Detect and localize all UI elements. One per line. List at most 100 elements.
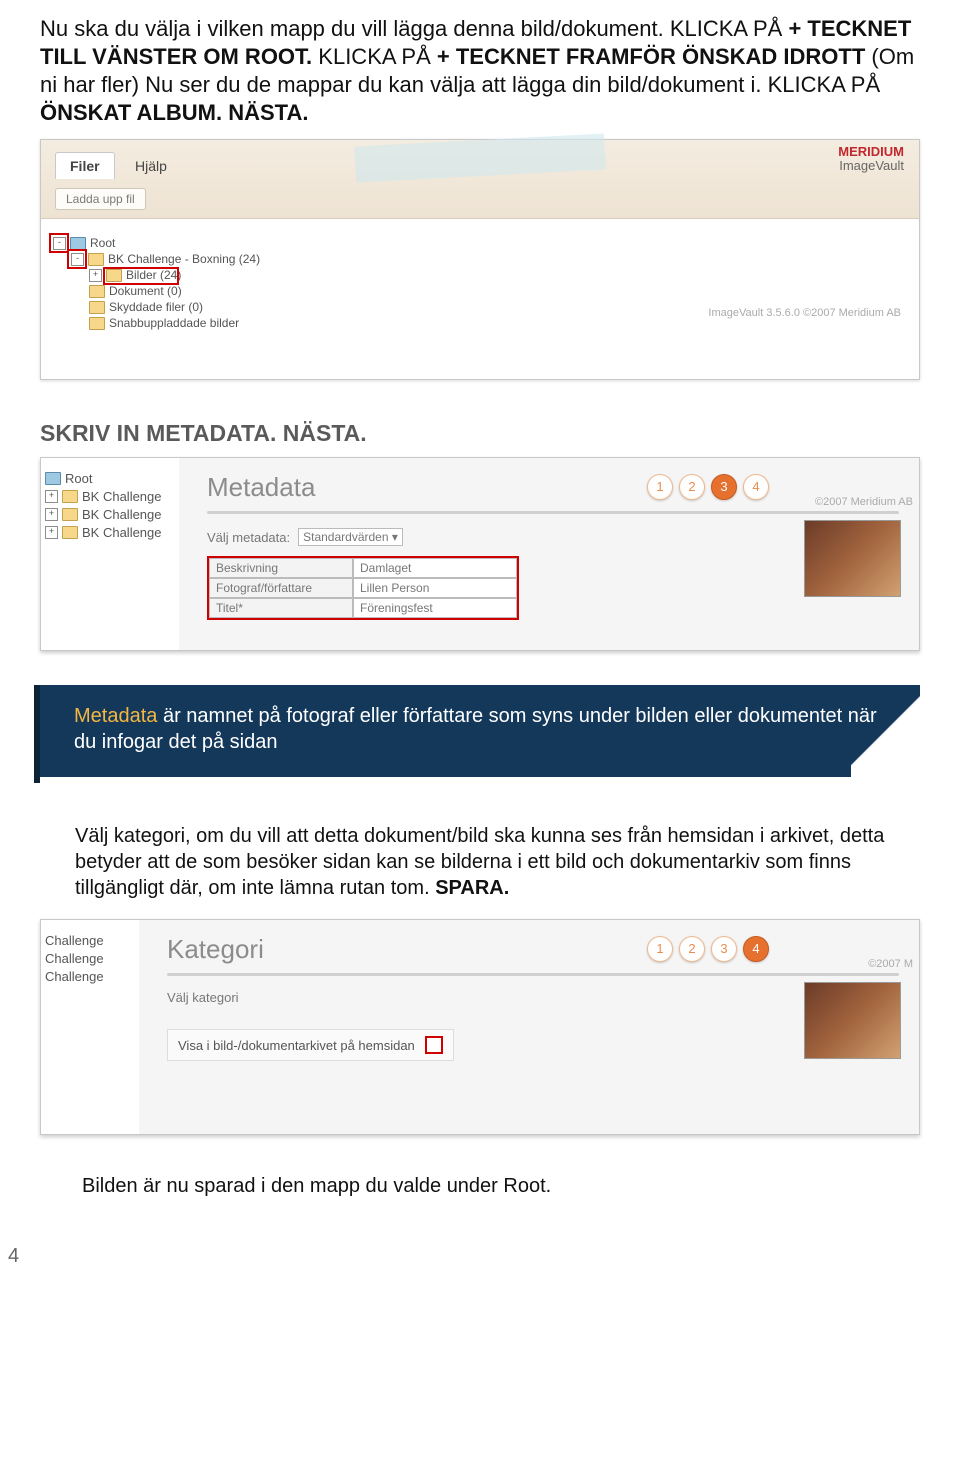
side-label-item: BK Challenge: [82, 507, 162, 522]
divider: [167, 973, 899, 976]
step-3[interactable]: 3: [711, 936, 737, 962]
side-tree-item[interactable]: Challenge: [45, 933, 135, 948]
step-2[interactable]: 2: [679, 936, 705, 962]
folder-icon: [70, 237, 86, 250]
watermark-text: ImageVault 3.5.6.0 ©2007 Meridium AB: [708, 307, 901, 319]
copyright-text: ©2007 Meridium AB: [815, 496, 913, 508]
tab-hjalp[interactable]: Hjälp: [121, 153, 181, 179]
panel-title-kategori: Kategori: [167, 934, 899, 965]
tab-filer[interactable]: Filer: [55, 152, 115, 179]
side-label-item: BK Challenge: [82, 489, 162, 504]
figure-imagevault-tree: Filer Hjälp Ladda upp fil MERIDIUM Image…: [40, 139, 920, 380]
tree-row-sport[interactable]: - BK Challenge - Boxning (24): [53, 252, 313, 266]
meta-value[interactable]: Damlaget: [353, 558, 517, 578]
folder-icon: [88, 253, 104, 266]
logo-bottom: ImageVault: [839, 158, 904, 173]
metadata-select-label: Välj metadata:: [207, 530, 290, 545]
side-tree: Root + BK Challenge + BK Challenge + BK …: [41, 458, 179, 650]
figure-kategori-panel: Challenge Challenge Challenge ©2007 M 1 …: [40, 919, 920, 1135]
tree-row-root[interactable]: - Root: [53, 236, 313, 250]
plus-icon[interactable]: +: [89, 269, 102, 282]
side-tree: Challenge Challenge Challenge: [41, 920, 139, 1134]
highlight-root-plus: [49, 233, 69, 253]
plus-icon[interactable]: +: [45, 490, 58, 503]
meta-label: Fotograf/författare: [209, 578, 353, 598]
folder-tree: - Root - BK Challenge - Boxning (24) + B…: [41, 219, 325, 379]
callout-metadata-info: Metadata är namnet på fotograf eller för…: [40, 685, 920, 777]
intro-bold-2: + TECKNET FRAMFÖR ÖNSKAD IDROTT: [437, 44, 872, 69]
step-4[interactable]: 4: [743, 474, 769, 500]
callout-text: är namnet på fotograf eller författare s…: [74, 705, 877, 753]
folder-icon: [62, 490, 78, 503]
visibility-checkbox-row[interactable]: Visa i bild-/dokumentarkivet på hemsidan: [167, 1029, 454, 1061]
intro-text-2: KLICKA PÅ: [318, 44, 437, 69]
side-tree-item[interactable]: Challenge: [45, 969, 135, 984]
decorative-banner: [354, 133, 606, 182]
tree-label-snabb: Snabbuppladdade bilder: [109, 316, 239, 330]
figure-metadata-panel: Root + BK Challenge + BK Challenge + BK …: [40, 457, 920, 651]
step-4[interactable]: 4: [743, 936, 769, 962]
tree-label-sport: BK Challenge - Boxning (24): [108, 252, 260, 266]
step-1[interactable]: 1: [647, 474, 673, 500]
side-label-item: BK Challenge: [82, 525, 162, 540]
folder-icon: [89, 301, 105, 314]
preview-thumbnail: [804, 520, 901, 597]
meta-value[interactable]: Föreningsfest: [353, 598, 517, 618]
side-tree-root[interactable]: Root: [45, 471, 175, 486]
intro-text-1: Nu ska du välja i vilken mapp du vill lä…: [40, 16, 788, 41]
tree-label-root: Root: [90, 236, 115, 250]
step-2[interactable]: 2: [679, 474, 705, 500]
section-heading-metadata: SKRIV IN METADATA. NÄSTA.: [40, 420, 920, 447]
meridium-logo: MERIDIUM ImageVault: [838, 145, 904, 173]
tree-row-dokument[interactable]: Dokument (0): [53, 284, 313, 298]
meta-value[interactable]: Lillen Person: [353, 578, 517, 598]
metadata-select[interactable]: Standardvärden ▾: [298, 528, 403, 546]
highlight-album: [103, 267, 179, 285]
copyright-text: ©2007 M: [868, 958, 913, 970]
logo-top: MERIDIUM: [838, 144, 904, 159]
page-number: 4: [8, 1245, 19, 1268]
folder-icon: [62, 508, 78, 521]
meta-label: Titel*: [209, 598, 353, 618]
tree-row-snabb[interactable]: Snabbuppladdade bilder: [53, 316, 313, 330]
tree-row-skyddade[interactable]: Skyddade filer (0): [53, 300, 313, 314]
tree-label-skyddade: Skyddade filer (0): [109, 300, 203, 314]
side-tree-item[interactable]: + BK Challenge: [45, 489, 175, 504]
plus-icon[interactable]: +: [45, 508, 58, 521]
tree-row-bilder[interactable]: + Bilder (24): [53, 268, 313, 282]
step-1[interactable]: 1: [647, 936, 673, 962]
upload-button[interactable]: Ladda upp fil: [55, 188, 146, 210]
side-label-item: Challenge: [45, 933, 104, 948]
intro-bold-3: ÖNSKAT ALBUM. NÄSTA.: [40, 100, 308, 125]
side-tree-item[interactable]: + BK Challenge: [45, 525, 175, 540]
callout-accent: Metadata: [74, 705, 157, 727]
para-bold-spara: SPARA.: [435, 877, 509, 899]
side-tree-item[interactable]: + BK Challenge: [45, 507, 175, 522]
preview-thumbnail: [804, 982, 901, 1059]
side-label-item: Challenge: [45, 969, 104, 984]
divider: [207, 511, 899, 514]
plus-icon[interactable]: +: [45, 526, 58, 539]
folder-icon: [62, 526, 78, 539]
visibility-checkbox[interactable]: [425, 1036, 443, 1054]
side-tree-item[interactable]: Challenge: [45, 951, 135, 966]
panel-title-metadata: Metadata: [207, 472, 899, 503]
wizard-steps: 1 2 3 4: [647, 474, 769, 500]
paragraph-kategori-instruction: Välj kategori, om du vill att detta doku…: [75, 823, 890, 901]
folder-icon: [45, 472, 61, 485]
side-label-item: Challenge: [45, 951, 104, 966]
metadata-table: Beskrivning Damlaget Fotograf/författare…: [207, 556, 519, 620]
side-label-root: Root: [65, 471, 92, 486]
checkbox-label: Visa i bild-/dokumentarkivet på hemsidan: [178, 1038, 415, 1053]
metadata-select-value: Standardvärden: [303, 530, 388, 544]
kategori-sublabel: Välj kategori: [167, 990, 899, 1005]
intro-paragraph: Nu ska du välja i vilken mapp du vill lä…: [40, 15, 920, 127]
footer-sentence: Bilden är nu sparad i den mapp du valde …: [82, 1175, 890, 1198]
meta-label: Beskrivning: [209, 558, 353, 578]
wizard-steps: 1 2 3 4: [647, 936, 769, 962]
step-3[interactable]: 3: [711, 474, 737, 500]
highlight-sport-plus: [67, 249, 87, 269]
tree-label-dokument: Dokument (0): [109, 284, 182, 298]
folder-icon: [89, 285, 105, 298]
folder-icon: [89, 317, 105, 330]
